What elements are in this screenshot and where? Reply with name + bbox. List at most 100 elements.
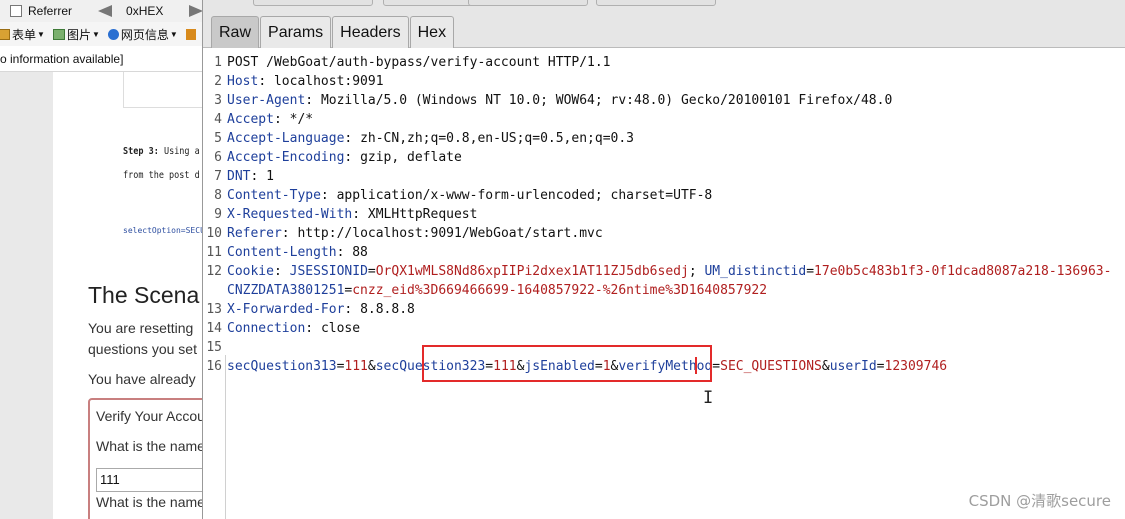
image-menu-label: 图片 <box>66 27 91 42</box>
ibeam-cursor-icon: I <box>703 388 714 408</box>
status-text: o information available] <box>0 52 124 66</box>
header-value: application/x-www-form-urlencoded; chars… <box>336 188 713 203</box>
header-name: User-Agent <box>227 93 306 108</box>
header-name: Referer <box>227 226 282 241</box>
header-value: 88 <box>352 245 368 260</box>
code-line: 3 User-Agent: Mozilla/5.0 (Windows NT 10.… <box>203 91 1125 110</box>
cookie-name: CNZZDATA3801251 <box>227 283 345 298</box>
extension-icon[interactable] <box>185 28 196 40</box>
tab-raw[interactable]: Raw <box>211 16 260 48</box>
line-number: 15 <box>206 340 222 355</box>
step-text-2: from the post d <box>123 170 200 181</box>
header-name: X-Requested-With <box>227 207 353 222</box>
editor-tab-bar: Raw Params Headers Hex <box>203 0 1125 48</box>
code-line: 2 Host: localhost:9091 <box>203 72 1125 91</box>
param-name: userId <box>829 359 877 374</box>
arrow-left-icon[interactable] <box>98 5 113 17</box>
toolbar-button[interactable] <box>596 0 716 6</box>
info-menu[interactable]: 网页信息 ▼ <box>107 26 178 43</box>
separator: : <box>352 207 368 222</box>
line-number: 16 <box>206 359 222 374</box>
line-text: POST /WebGoat/auth-bypass/verify-account… <box>227 53 611 72</box>
line-text: DNT: 1 <box>227 167 274 186</box>
ampersand: & <box>821 359 830 374</box>
header-value: Mozilla/5.0 (Windows NT 10.0; WOW64; rv:… <box>320 93 893 108</box>
ampersand: & <box>367 359 376 374</box>
form-menu[interactable]: 表单 ▼ <box>0 26 45 43</box>
body-params: secQuestion313=111&secQuestion323=111&js… <box>227 357 947 376</box>
caret-down-icon: ▼ <box>37 29 45 39</box>
code-line: 14 Connection: close <box>203 319 1125 338</box>
cookie-name: UM_distinctid <box>704 264 807 279</box>
line-text: Referer: http://localhost:9091/WebGoat/s… <box>227 224 603 243</box>
hackbar-toolbar: Referrer 0xHEX <box>0 0 205 22</box>
editor-tabs: Raw Params Headers Hex <box>211 16 455 48</box>
header-value: localhost:9091 <box>273 74 384 89</box>
equals: = <box>485 359 494 374</box>
code-line: 5 Accept-Language: zh-CN,zh;q=0.8,en-US;q… <box>203 129 1125 148</box>
header-value: zh-CN,zh;q=0.8,en-US;q=0.5,en;q=0.3 <box>360 131 634 146</box>
separator: : <box>273 264 290 279</box>
toolbar-button[interactable] <box>468 0 588 6</box>
separator: : <box>305 321 321 336</box>
line-text: Content-Type: application/x-www-form-url… <box>227 186 712 205</box>
request-text-area[interactable]: 1 POST /WebGoat/auth-bypass/verify-accoun… <box>203 53 1125 376</box>
gutter-divider <box>225 355 226 519</box>
separator: ; <box>688 264 705 279</box>
step-text-1: Using a <box>163 146 200 157</box>
param-value: 1 <box>602 359 611 374</box>
tab-params[interactable]: Params <box>260 16 332 48</box>
cookie-value: cnzz_eid%3D669466699-1640857922-%26ntime… <box>352 283 768 298</box>
line-number: 1 <box>214 55 222 70</box>
hex-control[interactable]: 0xHEX <box>98 4 204 18</box>
header-name: Host <box>227 74 259 89</box>
referrer-checkbox[interactable] <box>10 5 22 17</box>
answer-input[interactable]: 111 <box>96 468 205 492</box>
line-text: X-Requested-With: XMLHttpRequest <box>227 205 477 224</box>
hex-label: 0xHEX <box>126 4 164 18</box>
header-name: Cookie <box>227 264 274 279</box>
header-value: close <box>320 321 361 336</box>
param-value: SEC_QUESTIONS <box>720 359 822 374</box>
code-line: 10 Referer: http://localhost:9091/WebGoat… <box>203 224 1125 243</box>
param-name: verifyMethod <box>618 359 713 374</box>
equals: = <box>712 359 721 374</box>
info-icon <box>107 28 119 40</box>
tab-headers[interactable]: Headers <box>332 16 409 48</box>
verify-form-title: Verify Your Accou <box>96 408 205 424</box>
param-name: secQuestion323 <box>375 359 486 374</box>
code-line: 7 DNT: 1 <box>203 167 1125 186</box>
code-line: 9 X-Requested-With: XMLHttpRequest <box>203 205 1125 224</box>
code-line: 12 Cookie: JSESSIONID=OrQX1wMLS8Nd86xpIIP… <box>203 262 1125 281</box>
header-name: X-Forwarded-For <box>227 302 345 317</box>
header-value: 1 <box>266 169 274 184</box>
webdev-toolbar: 表单 ▼ 图片 ▼ 网页信息 ▼ <box>0 22 205 46</box>
header-value: 8.8.8.8 <box>360 302 415 317</box>
question-label: What is the name <box>96 494 205 510</box>
header-name: Accept-Language <box>227 131 345 146</box>
separator: : <box>281 226 298 241</box>
toolbar-button[interactable] <box>253 0 373 6</box>
line-number: 11 <box>206 245 222 260</box>
caret-down-icon: ▼ <box>169 29 178 39</box>
image-menu[interactable]: 图片 ▼ <box>52 26 100 43</box>
cookie-value: OrQX1wMLS8Nd86xpIIPi2dxex1AT11ZJ5db6sedj <box>375 264 689 279</box>
request-line: POST /WebGoat/auth-bypass/verify-account… <box>227 55 611 70</box>
separator: : <box>250 169 267 184</box>
step-text: Step 3: Using a <box>123 146 200 157</box>
line-number: 2 <box>214 74 222 89</box>
equals: = <box>876 359 885 374</box>
line-number: 8 <box>214 188 222 203</box>
header-name: Connection <box>227 321 306 336</box>
header-value: */* <box>289 112 314 127</box>
tab-hex[interactable]: Hex <box>409 16 455 48</box>
header-name: Accept <box>227 112 274 127</box>
separator: : <box>344 131 361 146</box>
separator: : <box>258 74 274 89</box>
line-text: Content-Length: 88 <box>227 243 368 262</box>
line-number: 4 <box>214 112 222 127</box>
cookie-line: Cookie: JSESSIONID=OrQX1wMLS8Nd86xpIIPi2… <box>227 262 1111 281</box>
toolbar-button[interactable] <box>383 0 473 6</box>
paragraph-line: You have already <box>88 371 196 387</box>
image-icon <box>52 28 65 40</box>
